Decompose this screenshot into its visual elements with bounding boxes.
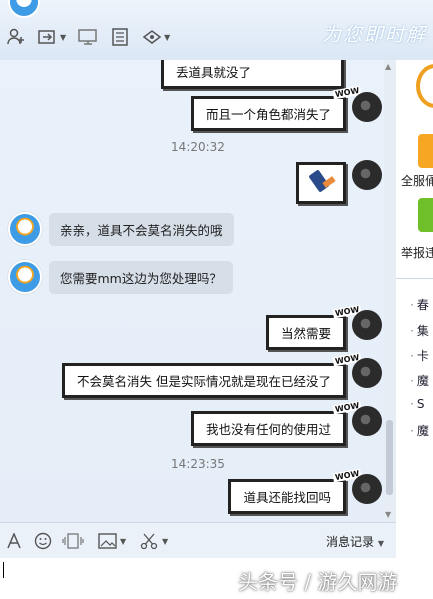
chevron-down-icon[interactable]: ▼ [162,532,168,550]
chevron-down-icon[interactable]: ▼ [164,33,170,42]
outgoing-message-bubble[interactable]: 丢道具就没了 [160,60,344,89]
divider [396,278,433,279]
user-avatar[interactable] [352,310,382,340]
outgoing-message-bubble[interactable]: 我也没有任何的使用过 [190,411,346,446]
service-avatar[interactable] [8,212,42,246]
side-link[interactable]: · S [410,397,424,411]
user-avatar[interactable] [352,474,382,504]
header-toolbar: ▼ ▼ [6,27,170,47]
message-row: 丢道具就没了 [0,60,396,89]
message-text: 道具还能找回吗 [243,490,331,505]
message-text: 我也没有任何的使用过 [205,422,331,437]
service-icon[interactable] [418,134,433,168]
shake-icon[interactable] [62,532,84,550]
incoming-message-bubble[interactable]: 亲亲，道具不会莫名消失的哦 [49,213,234,246]
side-link[interactable]: · 春 [410,296,429,313]
emoji-icon[interactable] [34,532,52,550]
message-text: 不会莫名消失 但是实际情况就是现在已经没了 [77,374,331,389]
transfer-icon[interactable] [38,27,58,47]
chat-messages: 丢道具就没了 而且一个角色都消失了 14:20:32 亲亲，道具不会莫名消失的哦… [0,60,396,522]
contact-avatar[interactable] [8,0,40,18]
history-label: 消息记录 [326,535,375,549]
app-icon[interactable] [142,27,162,47]
message-row: 而且一个角色都消失了 [0,90,396,131]
user-avatar[interactable] [352,92,382,122]
message-row: 我也没有任何的使用过 [0,406,396,448]
input-toolbar: ▼ ▼ 消息记录 ▼ [0,522,396,559]
chevron-down-icon[interactable]: ▼ [120,532,126,550]
outgoing-message-bubble[interactable]: 道具还能找回吗 [228,479,346,514]
message-row [0,158,396,206]
user-avatar[interactable] [352,160,382,190]
game-logo-icon [416,64,433,108]
image-icon[interactable] [98,532,118,550]
message-history-button[interactable]: 消息记录 ▼ [326,533,384,550]
user-avatar[interactable] [352,406,382,436]
chevron-down-icon: ▼ [377,539,384,548]
report-label[interactable]: 举报违 [401,244,433,261]
timestamp: 14:23:35 [171,457,225,471]
screenshot-icon[interactable] [140,532,158,550]
service-avatar[interactable] [8,260,42,294]
side-link[interactable]: · 魔 [410,422,429,439]
message-row: 不会莫名消失 但是实际情况就是现在已经没了 [0,358,396,400]
watermark: 头条号 / 游久网游 [238,570,398,594]
report-icon[interactable] [418,198,433,232]
outgoing-message-bubble[interactable]: 当然需要 [265,315,346,350]
outgoing-message-bubble[interactable]: 而且一个角色都消失了 [190,96,346,131]
side-link[interactable]: · 集 [410,322,429,339]
text-cursor [3,562,4,578]
scroll-up-icon[interactable]: ▲ [385,62,391,71]
service-label[interactable]: 全服俑 [401,172,433,189]
document-icon[interactable] [110,27,130,47]
message-text: 您需要mm这边为您处理吗？ [60,271,222,286]
message-row: 道具还能找回吗 [0,474,396,518]
message-text: 而且一个角色都消失了 [205,107,331,122]
outgoing-message-bubble[interactable]: 不会莫名消失 但是实际情况就是现在已经没了 [62,363,346,398]
timestamp: 14:20:32 [171,140,225,154]
side-link[interactable]: · 魔 [410,372,429,389]
side-link[interactable]: · 卡 [410,347,429,364]
message-text: 当然需要 [280,326,331,341]
chevron-down-icon[interactable]: ▼ [60,33,66,42]
scrollbar-thumb[interactable] [386,420,393,495]
side-panel: 全服俑 举报违 · 春 · 集 · 卡 · 魔 · S · 魔 [396,60,433,599]
add-contact-icon[interactable] [6,27,26,47]
screen-share-icon[interactable] [78,27,98,47]
incoming-message-bubble[interactable]: 您需要mm这边为您处理吗？ [49,261,233,294]
sticker-message[interactable] [296,162,346,204]
chat-header: 为您即时解 ▼ ▼ [0,0,433,60]
message-text: 亲亲，道具不会莫名消失的哦 [60,223,223,238]
message-row: 亲亲，道具不会莫名消失的哦 [0,210,396,252]
chat-scrollbar[interactable]: ▲ ▼ [384,60,396,522]
scroll-down-icon[interactable]: ▼ [385,510,391,519]
user-avatar[interactable] [352,358,382,388]
message-text: 丢道具就没了 [175,65,251,80]
font-icon[interactable] [6,532,22,550]
sticker-icon [309,170,336,192]
header-slogan: 为您即时解 [321,24,427,46]
message-row: 您需要mm这边为您处理吗？ [0,258,396,300]
message-row: 当然需要 [0,310,396,352]
